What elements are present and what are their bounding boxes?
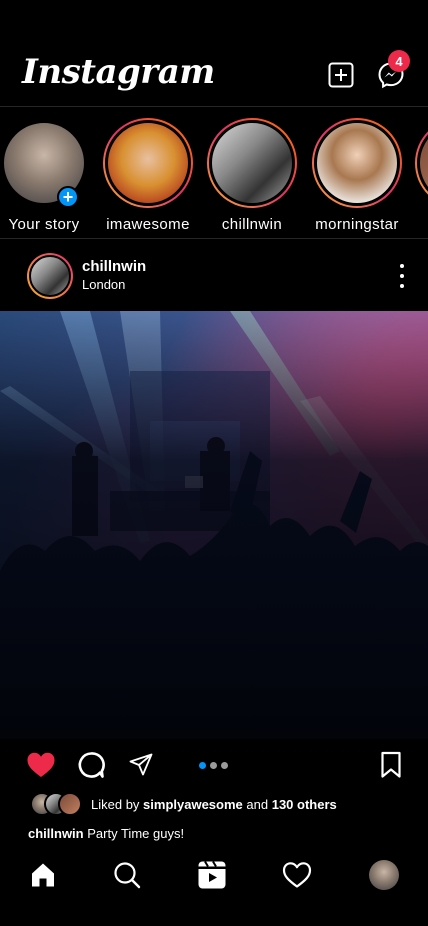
nav-home[interactable] xyxy=(27,859,59,891)
carousel-dot xyxy=(221,762,228,769)
story-ring xyxy=(103,118,193,208)
header-divider xyxy=(0,106,428,107)
avatar xyxy=(369,860,399,890)
story-ring xyxy=(415,118,428,208)
carousel-dot-active xyxy=(199,762,206,769)
story-chillnwin[interactable]: chillnwin xyxy=(204,118,300,233)
top-bar: Instagram xyxy=(0,40,428,106)
story-imawesome[interactable]: imawesome xyxy=(100,118,196,233)
story-partial[interactable] xyxy=(412,118,428,208)
liked-by-user[interactable]: simplyawesome xyxy=(143,797,243,812)
post-header: chillnwin London xyxy=(0,240,428,310)
liked-by-and: and xyxy=(246,797,269,812)
add-story-icon[interactable]: + xyxy=(57,186,79,208)
app-logo: Instagram xyxy=(22,52,215,92)
avatar xyxy=(105,120,191,206)
likes-row[interactable]: Liked by simplyawesome and 130 others xyxy=(30,792,428,818)
share-button[interactable] xyxy=(126,750,156,780)
carousel-dot xyxy=(210,762,217,769)
nav-search[interactable] xyxy=(111,859,143,891)
nav-activity[interactable] xyxy=(281,859,313,891)
bookmark-icon xyxy=(381,751,401,778)
story-ring xyxy=(207,118,297,208)
post-image[interactable] xyxy=(0,311,428,739)
post-username[interactable]: chillnwin xyxy=(82,258,146,275)
liked-by-prefix: Liked by xyxy=(91,797,140,812)
plus-square-icon xyxy=(328,62,354,88)
heart-filled-icon xyxy=(27,752,55,777)
story-morningstar[interactable]: morningstar xyxy=(309,118,405,233)
messages-badge: 4 xyxy=(388,50,410,72)
liker-avatar xyxy=(58,792,82,816)
likes-text: Liked by simplyawesome and 130 others xyxy=(91,797,337,812)
like-button[interactable] xyxy=(26,750,56,780)
more-options-button[interactable] xyxy=(392,264,412,288)
story-ring xyxy=(312,118,402,208)
story-your-story[interactable]: + Your story xyxy=(0,118,92,233)
paper-plane-icon xyxy=(129,753,153,776)
avatar xyxy=(209,120,295,206)
comment-icon xyxy=(78,752,105,778)
story-label: imawesome xyxy=(106,216,190,233)
caption-text: Party Time guys! xyxy=(87,826,185,841)
story-label: chillnwin xyxy=(221,216,283,233)
nav-reels[interactable] xyxy=(196,859,228,891)
story-label: Your story xyxy=(8,216,80,233)
avatar xyxy=(29,255,71,297)
search-icon xyxy=(114,862,141,889)
avatar xyxy=(314,120,400,206)
save-button[interactable] xyxy=(376,750,406,780)
nav-profile[interactable] xyxy=(368,859,400,891)
stories-row: + Your story imawesome chillnwin morning… xyxy=(0,118,428,238)
liked-by-others[interactable]: 130 others xyxy=(272,797,337,812)
new-post-button[interactable] xyxy=(326,60,356,90)
heart-icon xyxy=(282,862,312,888)
post-location[interactable]: London xyxy=(82,277,125,292)
caption-username[interactable]: chillnwin xyxy=(28,826,84,841)
stories-divider xyxy=(0,238,428,239)
more-dot-icon xyxy=(400,264,404,268)
comment-button[interactable] xyxy=(76,750,106,780)
more-dot-icon xyxy=(400,284,404,288)
post-caption: chillnwin Party Time guys! xyxy=(28,826,184,841)
concert-photo xyxy=(0,311,428,739)
bottom-nav xyxy=(0,853,428,899)
carousel-indicator xyxy=(199,762,228,769)
post-author-avatar[interactable] xyxy=(27,253,73,299)
post-actions xyxy=(0,746,428,786)
avatar xyxy=(417,120,428,206)
story-label: morningstar xyxy=(315,216,399,233)
more-dot-icon xyxy=(400,274,404,278)
home-icon xyxy=(32,863,54,887)
reels-icon xyxy=(198,860,226,889)
